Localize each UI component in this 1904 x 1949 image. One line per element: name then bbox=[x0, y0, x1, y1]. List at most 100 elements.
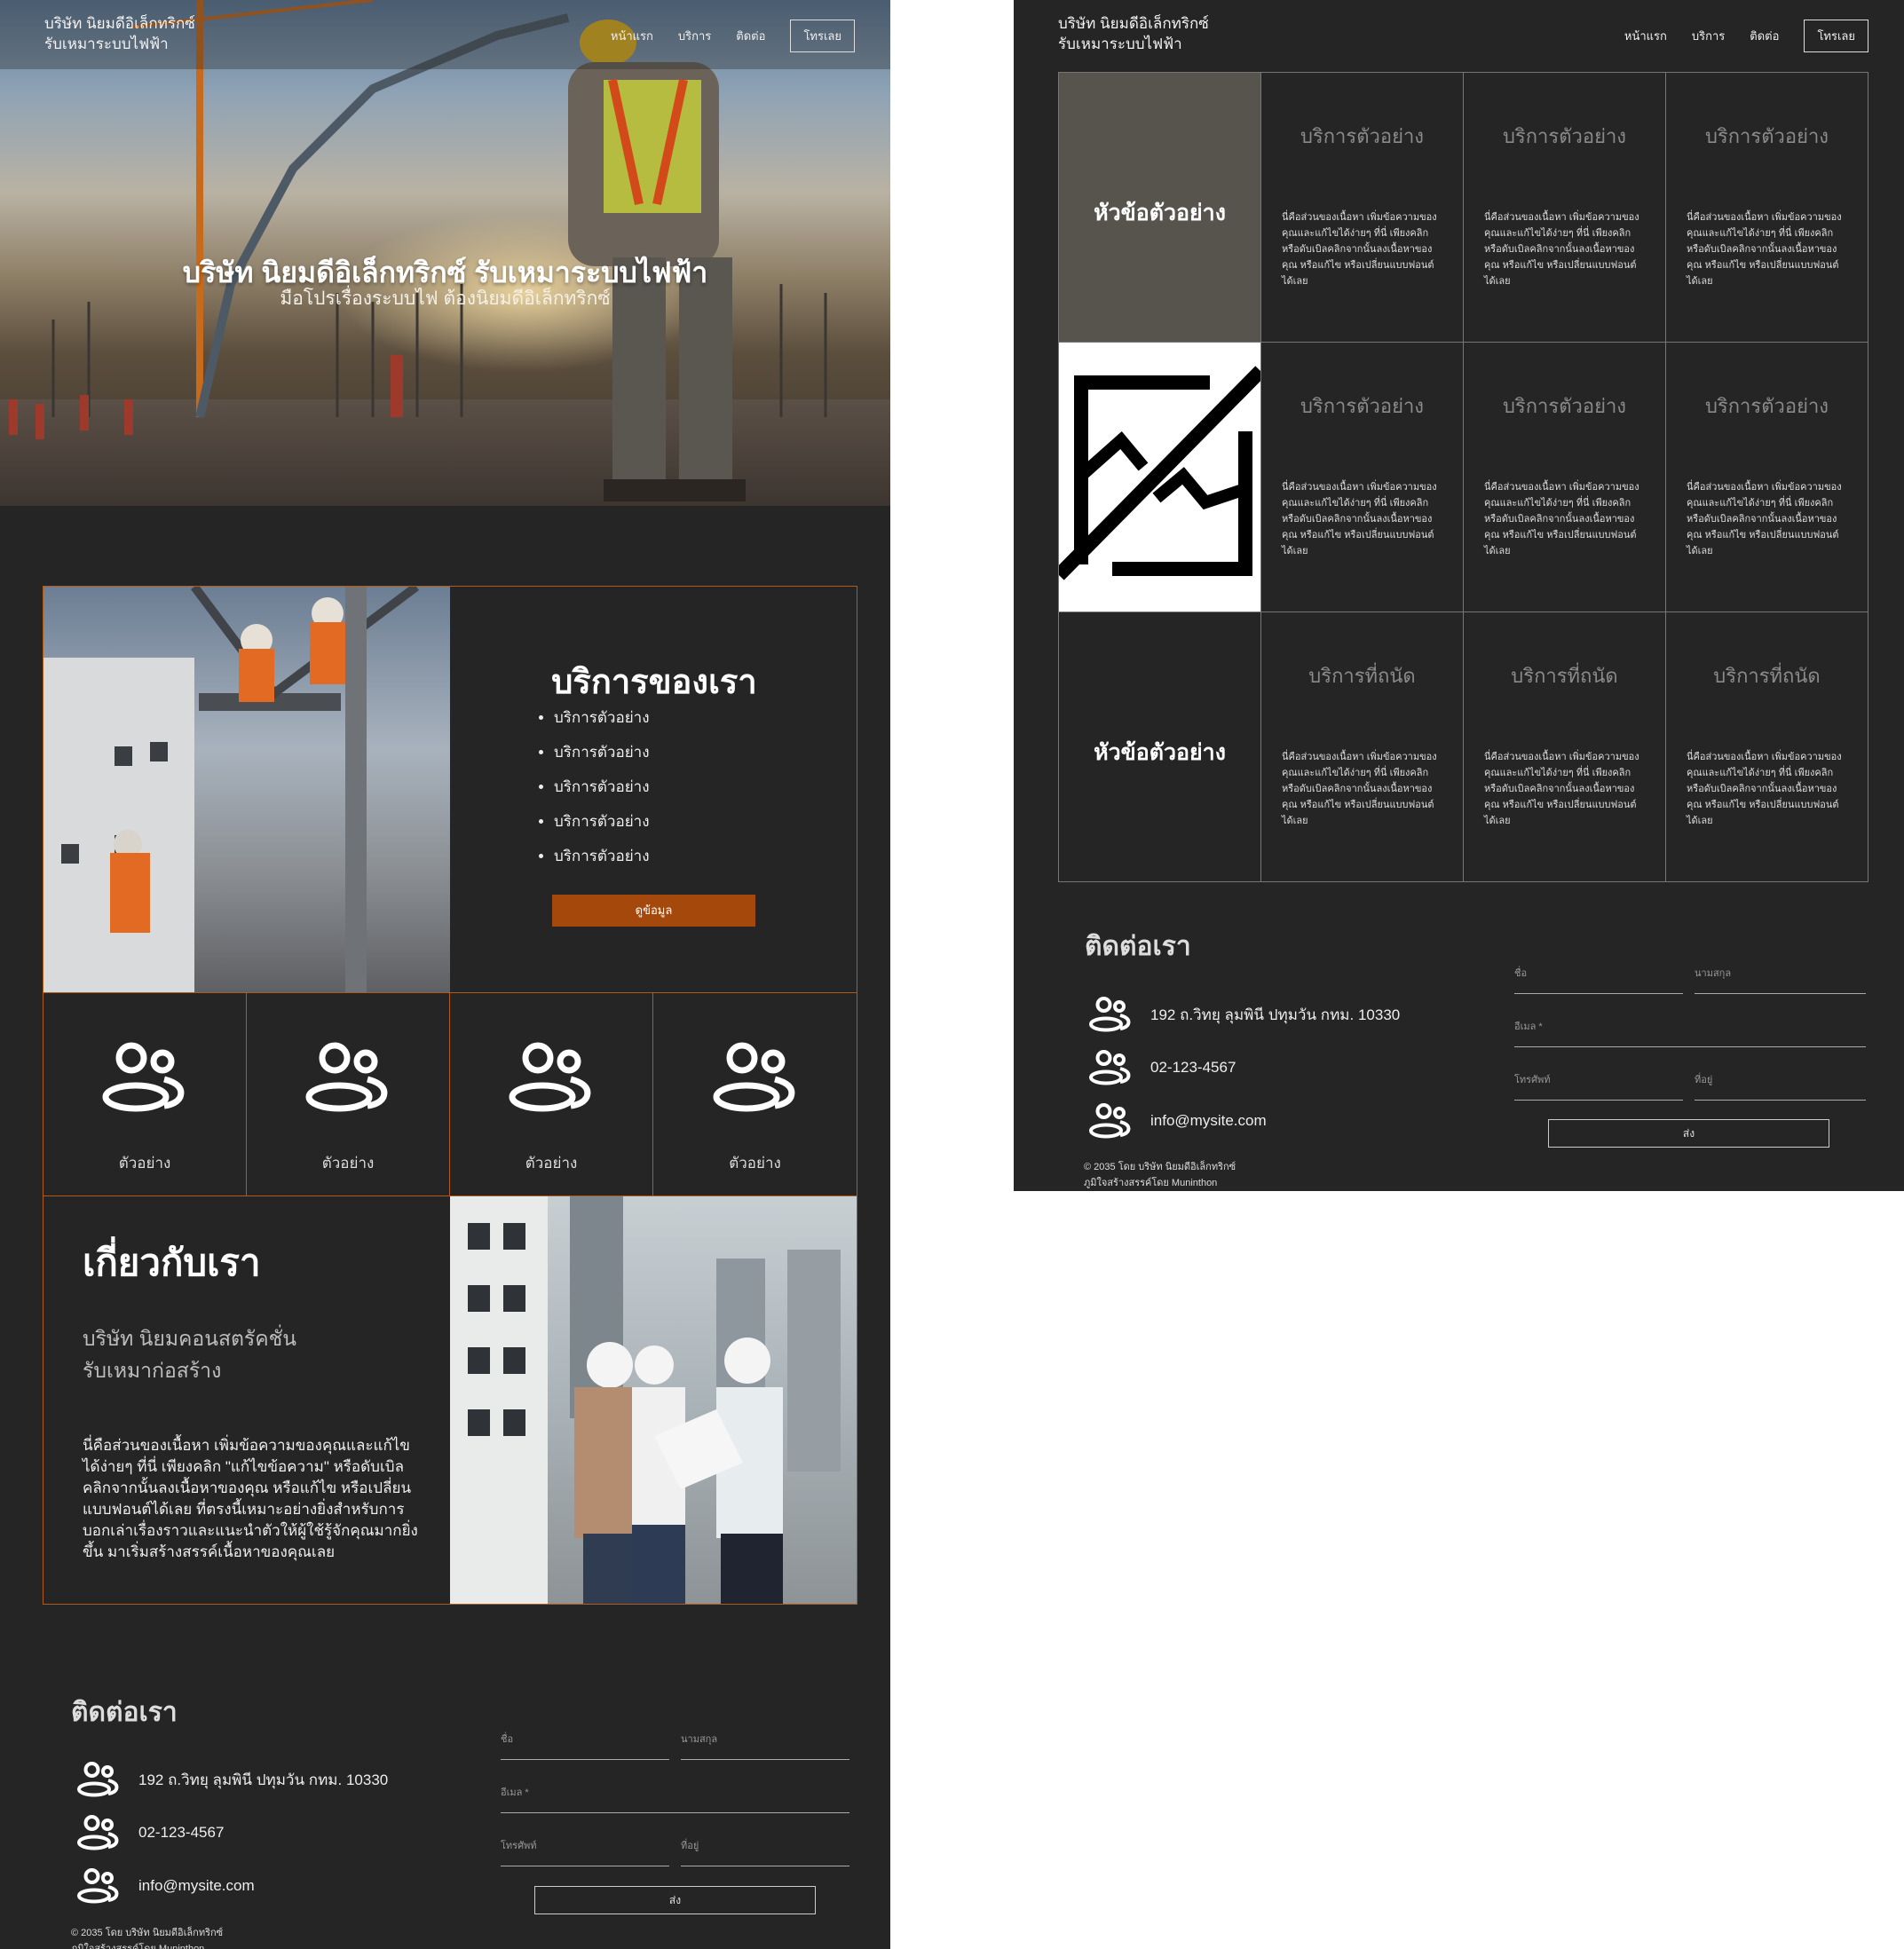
email-field[interactable]: อีเมล * bbox=[1514, 1018, 1866, 1047]
footer-credit: ภูมิใจสร้างสรรค์โดย Muninthon bbox=[1084, 1178, 1218, 1188]
contact-address: 192 ถ.วิทยุ ลุมพินี ปทุมวัน กทม. 10330 bbox=[1088, 997, 1400, 1032]
home-page: บริษัท นิยมดีอิเล็กทริกซ์ รับเหมาระบบไฟฟ… bbox=[0, 0, 890, 1949]
grid-featured-card: บริการที่ถนัด นี่คือส่วนของเนื้อหา เพิ่ม… bbox=[1463, 612, 1666, 882]
contact-address: 192 ถ.วิทยุ ลุมพินี ปทุมวัน กทม. 10330 bbox=[76, 1762, 388, 1797]
feature-card: ตัวอย่าง bbox=[652, 992, 857, 1196]
grid-image-cell bbox=[1054, 342, 1266, 612]
people-icon bbox=[77, 1762, 119, 1797]
brand-logo-text[interactable]: บริษัท นิยมดีอิเล็กทริกซ์ รับเหมาระบบไฟฟ… bbox=[44, 13, 195, 54]
first-name-field[interactable]: ชื่อ bbox=[501, 1731, 669, 1760]
phone-field[interactable]: โทรศัพท์ bbox=[501, 1837, 669, 1866]
feature-label: ตัวอย่าง bbox=[729, 1155, 781, 1172]
grid-card-body: นี่คือส่วนของเนื้อหา เพิ่มข้อความของคุณแ… bbox=[1687, 752, 1842, 826]
email-text[interactable]: info@mysite.com bbox=[138, 1877, 255, 1895]
call-now-button[interactable]: โทรเลย bbox=[790, 20, 855, 52]
grid-card-title: บริการตัวอย่าง bbox=[1704, 395, 1829, 417]
grid-card-body: นี่คือส่วนของเนื้อหา เพิ่มข้อความของคุณแ… bbox=[1484, 212, 1639, 287]
address-field[interactable]: ที่อยู่ bbox=[681, 1837, 849, 1866]
services-list: บริการตัวอย่าง บริการตัวอย่าง บริการตัวอ… bbox=[531, 706, 650, 879]
grid-card-title: บริการที่ถนัด bbox=[1308, 665, 1416, 687]
nav-contact[interactable]: ติดต่อ bbox=[736, 27, 765, 45]
phone-text[interactable]: 02-123-4567 bbox=[1150, 1059, 1236, 1077]
image-placeholder-icon bbox=[1054, 366, 1266, 580]
nav-services[interactable]: บริการ bbox=[1692, 27, 1725, 45]
last-name-field[interactable]: นามสกุล bbox=[681, 1731, 849, 1760]
grid-card-title: บริการตัวอย่าง bbox=[1300, 125, 1425, 147]
grid-row-label: หัวข้อตัวอย่าง bbox=[1094, 740, 1226, 765]
footer: © 2035 โดย บริษัท นิยมดีอิเล็กทริกซ์ ภูม… bbox=[71, 1925, 223, 1949]
address-text: 192 ถ.วิทยุ ลุมพินี ปทุมวัน กทม. 10330 bbox=[1150, 1006, 1401, 1023]
services-photo bbox=[43, 587, 450, 992]
address-text: 192 ถ.วิทยุ ลุมพินี ปทุมวัน กทม. 10330 bbox=[138, 1771, 389, 1788]
brand-line-2: รับเหมาระบบไฟฟ้า bbox=[44, 36, 169, 52]
nav-home[interactable]: หน้าแรก bbox=[611, 27, 653, 45]
hero-section: บริษัท นิยมดีอิเล็กทริกซ์ รับเหมาระบบไฟฟ… bbox=[0, 0, 890, 506]
footer-credit: ภูมิใจสร้างสรรค์โดย Muninthon bbox=[71, 1944, 205, 1949]
send-button[interactable]: ส่ง bbox=[534, 1886, 816, 1914]
call-now-button[interactable]: โทรเลย bbox=[1804, 20, 1868, 52]
hero-subtitle: มือโปรเรื่องระบบไฟ ต้องนิยมดีอิเล็กทริกซ… bbox=[280, 288, 611, 309]
address-field[interactable]: ที่อยู่ bbox=[1695, 1071, 1866, 1101]
contact-email: info@mysite.com bbox=[1088, 1103, 1267, 1139]
contact-title: ติดต่อเรา bbox=[71, 1698, 178, 1727]
grid-card-body: นี่คือส่วนของเนื้อหา เพิ่มข้อความของคุณแ… bbox=[1687, 212, 1842, 287]
send-button[interactable]: ส่ง bbox=[1548, 1119, 1829, 1148]
grid-service-card: บริการตัวอย่าง นี่คือส่วนของเนื้อหา เพิ่… bbox=[1665, 342, 1868, 612]
footer-copyright: © 2035 โดย บริษัท นิยมดีอิเล็กทริกซ์ bbox=[71, 1928, 224, 1938]
people-icon bbox=[102, 1042, 185, 1112]
feature-card: ตัวอย่าง bbox=[43, 992, 247, 1196]
grid-card-title: บริการที่ถนัด bbox=[1511, 665, 1618, 687]
contact-phone: 02-123-4567 bbox=[76, 1815, 224, 1850]
footer-copyright: © 2035 โดย บริษัท นิยมดีอิเล็กทริกซ์ bbox=[1084, 1162, 1236, 1172]
nav-home[interactable]: หน้าแรก bbox=[1624, 27, 1667, 45]
feature-label: ตัวอย่าง bbox=[118, 1155, 171, 1172]
grid-service-card: บริการตัวอย่าง นี่คือส่วนของเนื้อหา เพิ่… bbox=[1260, 72, 1464, 343]
people-icon bbox=[509, 1042, 591, 1112]
feature-label: ตัวอย่าง bbox=[321, 1155, 375, 1172]
service-item: บริการตัวอย่าง bbox=[554, 775, 650, 809]
grid-service-card: บริการตัวอย่าง นี่คือส่วนของเนื้อหา เพิ่… bbox=[1463, 342, 1666, 612]
phone-field[interactable]: โทรศัพท์ bbox=[1514, 1071, 1683, 1101]
nav-contact[interactable]: ติดต่อ bbox=[1750, 27, 1779, 45]
contact-phone: 02-123-4567 bbox=[1088, 1050, 1236, 1085]
about-body-text: นี่คือส่วนของเนื้อหา เพิ่มข้อความของคุณแ… bbox=[83, 1437, 418, 1560]
contact-email: info@mysite.com bbox=[76, 1868, 255, 1904]
brand-line-1: บริษัท นิยมดีอิเล็กทริกซ์ bbox=[1058, 15, 1209, 32]
footer: © 2035 โดย บริษัท นิยมดีอิเล็กทริกซ์ ภูม… bbox=[1084, 1159, 1236, 1191]
nav-services[interactable]: บริการ bbox=[678, 27, 711, 45]
feature-label: ตัวอย่าง bbox=[525, 1155, 578, 1172]
people-icon bbox=[1089, 1103, 1131, 1139]
grid-label-cell: หัวข้อตัวอย่าง bbox=[1058, 72, 1261, 343]
feature-card: ตัวอย่าง bbox=[246, 992, 450, 1196]
grid-service-card: บริการตัวอย่าง นี่คือส่วนของเนื้อหา เพิ่… bbox=[1260, 342, 1464, 612]
main-nav: หน้าแรก บริการ ติดต่อ โทรเลย bbox=[611, 20, 855, 52]
view-details-button[interactable]: ดูข้อมูล bbox=[552, 895, 755, 927]
first-name-field[interactable]: ชื่อ bbox=[1514, 965, 1683, 994]
grid-card-title: บริการตัวอย่าง bbox=[1704, 125, 1829, 147]
grid-featured-card: บริการที่ถนัด นี่คือส่วนของเนื้อหา เพิ่ม… bbox=[1665, 612, 1868, 882]
site-header: บริษัท นิยมดีอิเล็กทริกซ์ รับเหมาระบบไฟฟ… bbox=[1014, 0, 1904, 69]
grid-label-cell: หัวข้อตัวอย่าง bbox=[1058, 612, 1261, 882]
brand-line-2: รับเหมาระบบไฟฟ้า bbox=[1058, 36, 1182, 52]
people-icon bbox=[305, 1042, 388, 1112]
phone-text[interactable]: 02-123-4567 bbox=[138, 1824, 224, 1842]
email-field[interactable]: อีเมล * bbox=[501, 1784, 849, 1813]
about-subtitle-line-1: บริษัท นิยมคอนสตรัคชั่น bbox=[83, 1327, 296, 1350]
grid-featured-card: บริการที่ถนัด นี่คือส่วนของเนื้อหา เพิ่ม… bbox=[1260, 612, 1464, 882]
grid-card-body: นี่คือส่วนของเนื้อหา เพิ่มข้อความของคุณแ… bbox=[1484, 752, 1639, 826]
grid-card-body: นี่คือส่วนของเนื้อหา เพิ่มข้อความของคุณแ… bbox=[1282, 752, 1437, 826]
email-text[interactable]: info@mysite.com bbox=[1150, 1112, 1267, 1130]
grid-service-card: บริการตัวอย่าง นี่คือส่วนของเนื้อหา เพิ่… bbox=[1665, 72, 1868, 343]
about-subtitle: บริษัท นิยมคอนสตรัคชั่น รับเหมาก่อสร้าง bbox=[83, 1322, 296, 1386]
people-icon bbox=[77, 1868, 119, 1904]
contact-title: ติดต่อเรา bbox=[1085, 932, 1191, 961]
people-icon bbox=[77, 1815, 119, 1850]
grid-card-body: นี่คือส่วนของเนื้อหา เพิ่มข้อความของคุณแ… bbox=[1484, 482, 1639, 556]
about-photo bbox=[450, 1196, 857, 1604]
brand-line-1: บริษัท นิยมดีอิเล็กทริกซ์ bbox=[44, 15, 195, 32]
brand-logo-text[interactable]: บริษัท นิยมดีอิเล็กทริกซ์ รับเหมาระบบไฟฟ… bbox=[1058, 13, 1209, 54]
last-name-field[interactable]: นามสกุล bbox=[1695, 965, 1866, 994]
grid-card-title: บริการที่ถนัด bbox=[1713, 665, 1821, 687]
grid-card-title: บริการตัวอย่าง bbox=[1502, 395, 1627, 417]
service-item: บริการตัวอย่าง bbox=[554, 809, 650, 844]
